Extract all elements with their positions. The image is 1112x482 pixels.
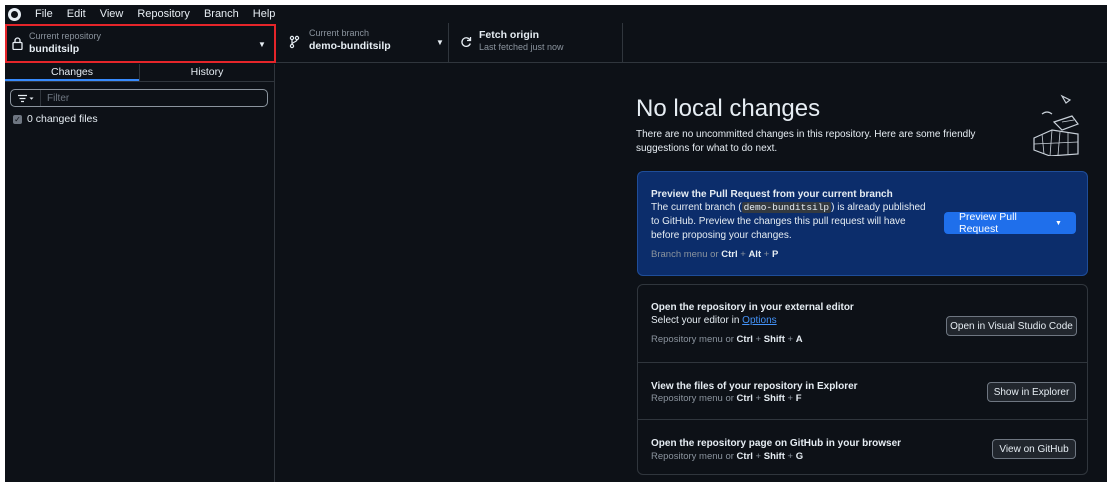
explorer-card-title: View the files of your repository in Exp… (651, 381, 858, 392)
current-branch-value: demo-bunditsilp (309, 40, 391, 52)
filter-options-button[interactable] (11, 90, 41, 106)
filter-box (10, 89, 268, 107)
pr-card-text-a: The current branch ( (651, 202, 742, 213)
pr-card-hint: Branch menu or Ctrl + Alt + P (651, 249, 779, 260)
open-in-vscode-button[interactable]: Open in Visual Studio Code (946, 316, 1077, 336)
kbd-shift: Shift (763, 334, 785, 345)
chevron-down-icon[interactable]: ▼ (1055, 220, 1062, 227)
menu-view[interactable]: View (100, 8, 124, 20)
filter-icon (17, 94, 33, 102)
pr-card-text: The current branch (demo-bunditsilp) is … (651, 201, 936, 243)
kbd-shift: Shift (763, 393, 785, 404)
empty-state-illustration-icon (1033, 94, 1079, 156)
filter-input[interactable] (41, 92, 261, 104)
kbd-shift: Shift (763, 451, 785, 462)
divider (638, 362, 1087, 363)
current-repository-button[interactable]: Current repository bunditsilp ▼ (5, 24, 276, 63)
kbd-ctrl: Ctrl (736, 334, 753, 345)
hint-prefix: Repository menu or (651, 451, 734, 462)
kbd-p: P (771, 249, 779, 260)
github-card-title: Open the repository page on GitHub in yo… (651, 438, 902, 449)
changed-files-label: 0 changed files (27, 113, 98, 125)
current-branch-label: Current branch (309, 28, 370, 38)
checkbox-icon[interactable]: ✓ (13, 114, 22, 124)
menu-file[interactable]: File (35, 8, 53, 20)
options-link[interactable]: Options (742, 315, 776, 326)
menu-bar: File Edit View Repository Branch Help (5, 5, 1107, 23)
kbd-ctrl: Ctrl (736, 451, 753, 462)
current-repository-label: Current repository (29, 31, 102, 41)
github-logo-icon (8, 7, 21, 21)
menu-branch[interactable]: Branch (204, 8, 239, 20)
explorer-card-hint: Repository menu or Ctrl + Shift + F (651, 393, 802, 404)
show-in-explorer-button[interactable]: Show in Explorer (987, 382, 1076, 402)
chevron-down-icon: ▼ (258, 40, 266, 49)
kbd-g: G (795, 451, 804, 462)
github-desktop-window: File Edit View Repository Branch Help Cu… (5, 5, 1107, 482)
hint-prefix: Repository menu or (651, 393, 734, 404)
menu-help[interactable]: Help (253, 8, 276, 20)
view-on-github-button[interactable]: View on GitHub (992, 439, 1076, 459)
tab-history[interactable]: History (139, 64, 274, 81)
sidebar: Changes History ✓ 0 changed files (5, 64, 275, 482)
fetch-origin-button[interactable]: Fetch origin Last fetched just now (449, 23, 623, 63)
preview-pull-request-label: Preview Pull Request (959, 211, 1017, 235)
page-title: No local changes (636, 95, 821, 122)
divider (638, 419, 1087, 420)
branch-icon (289, 35, 300, 49)
menu-repository[interactable]: Repository (137, 8, 190, 20)
preview-pull-request-card: Preview the Pull Request from your curre… (637, 171, 1088, 276)
editor-text-prefix: Select your editor in (651, 315, 740, 326)
current-branch-button[interactable]: Current branch demo-bunditsilp ▼ (279, 23, 449, 63)
menu-edit[interactable]: Edit (67, 8, 86, 20)
editor-card-hint: Repository menu or Ctrl + Shift + A (651, 334, 803, 345)
refresh-icon (461, 37, 472, 48)
lock-icon (12, 37, 23, 50)
chevron-down-icon: ▼ (436, 38, 444, 47)
no-changes-header: No local changes There are no uncommitte… (636, 95, 1076, 156)
kbd-a: A (795, 334, 803, 345)
kbd-ctrl: Ctrl (721, 249, 738, 260)
tab-changes[interactable]: Changes (5, 64, 139, 81)
branch-name-code: demo-bunditsilp (741, 202, 832, 213)
preview-pull-request-button[interactable]: Preview Pull Request ▼ (944, 211, 1076, 235)
kbd-alt: Alt (748, 249, 762, 260)
kbd-f: F (795, 393, 802, 404)
changed-files-row: ✓ 0 changed files (13, 113, 98, 125)
editor-card-title: Open the repository in your external edi… (651, 302, 854, 313)
hint-prefix: Branch menu or (651, 249, 719, 260)
current-repository-value: bunditsilp (29, 43, 80, 55)
editor-card-text: Select your editor in Options (651, 314, 777, 328)
page-subtitle: There are no uncommitted changes in this… (636, 129, 976, 154)
github-card-hint: Repository menu or Ctrl + Shift + G (651, 451, 804, 462)
hint-prefix: Repository menu or (651, 334, 734, 345)
fetch-origin-title: Fetch origin (479, 29, 540, 41)
fetch-origin-subtitle: Last fetched just now (479, 42, 564, 52)
sidebar-tabs: Changes History (5, 64, 274, 82)
toolbar: Current repository bunditsilp ▼ Current … (5, 23, 1107, 63)
pr-card-title: Preview the Pull Request from your curre… (651, 189, 893, 200)
suggestions-list: Open the repository in your external edi… (637, 284, 1088, 475)
kbd-ctrl: Ctrl (736, 393, 753, 404)
